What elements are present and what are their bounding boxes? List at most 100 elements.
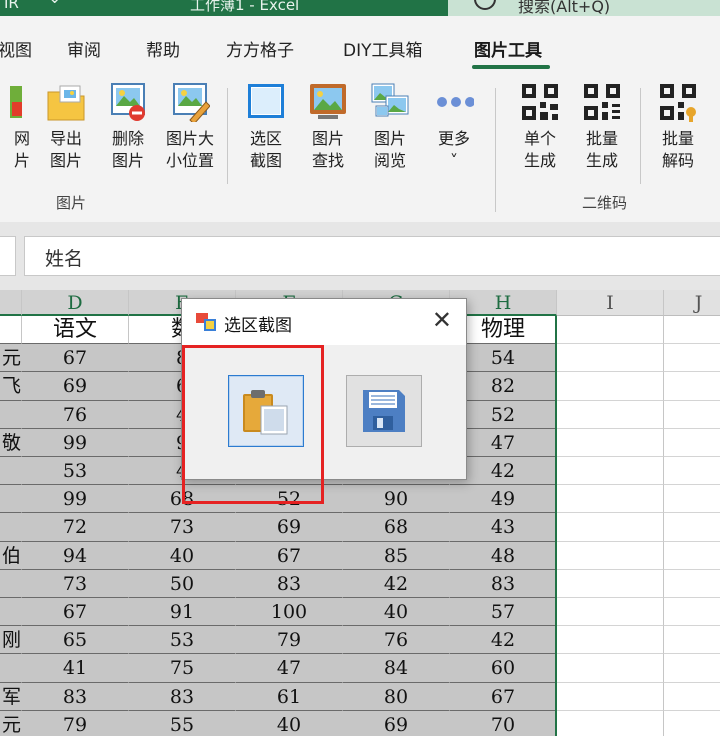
grid-cell[interactable] bbox=[557, 457, 664, 486]
column-header[interactable]: J bbox=[664, 290, 720, 316]
grid-cell[interactable]: 69 bbox=[236, 513, 343, 542]
grid-cell[interactable]: 刚 bbox=[0, 626, 22, 655]
grid-cell[interactable]: 42 bbox=[450, 626, 557, 655]
grid-cell[interactable] bbox=[557, 710, 664, 736]
grid-cell[interactable]: 94 bbox=[22, 541, 129, 570]
grid-cell[interactable]: 83 bbox=[450, 569, 557, 598]
grid-cell[interactable] bbox=[557, 513, 664, 542]
grid-cell[interactable] bbox=[557, 400, 664, 429]
grid-cell[interactable] bbox=[557, 344, 664, 373]
more-button[interactable]: 更多 ˅ bbox=[426, 82, 482, 172]
grid-cell[interactable]: 69 bbox=[22, 372, 129, 401]
grid-cell[interactable]: 79 bbox=[22, 710, 129, 736]
grid-cell[interactable] bbox=[664, 513, 720, 542]
grid-cell[interactable] bbox=[557, 569, 664, 598]
grid-cell[interactable]: 41 bbox=[22, 654, 129, 683]
grid-cell[interactable] bbox=[0, 654, 22, 683]
grid-cell[interactable]: 敬 bbox=[0, 428, 22, 457]
grid-cell[interactable] bbox=[664, 485, 720, 514]
grid-cell[interactable] bbox=[664, 372, 720, 401]
grid-cell[interactable] bbox=[0, 316, 22, 345]
grid-cell[interactable] bbox=[664, 457, 720, 486]
grid-cell[interactable] bbox=[664, 570, 720, 598]
browse-images-button[interactable]: 图片 阅览 bbox=[362, 82, 418, 172]
search-box[interactable]: 搜索(Alt+Q) bbox=[448, 0, 720, 16]
grid-cell[interactable] bbox=[557, 485, 664, 514]
grid-cell[interactable]: 61 bbox=[236, 682, 343, 711]
grid-cell[interactable]: 52 bbox=[236, 485, 343, 514]
grid-cell[interactable]: 49 bbox=[450, 485, 557, 514]
grid-cell[interactable] bbox=[0, 400, 22, 429]
grid-cell[interactable] bbox=[664, 598, 720, 627]
grid-cell[interactable]: 57 bbox=[450, 598, 557, 627]
grid-cell[interactable]: 元 bbox=[0, 344, 22, 373]
tab-image-tools[interactable]: 图片工具 bbox=[474, 36, 542, 61]
delete-image-button[interactable]: 删除 图片 bbox=[100, 82, 156, 172]
grid-cell[interactable]: 73 bbox=[22, 569, 129, 598]
image-size-position-button[interactable]: 图片大 小位置 bbox=[162, 82, 218, 172]
grid-cell[interactable]: 40 bbox=[343, 598, 450, 627]
grid-cell[interactable]: 73 bbox=[129, 513, 236, 542]
qr-batch-generate-button[interactable]: 批量 生成 bbox=[574, 82, 630, 172]
grid-cell[interactable]: 40 bbox=[236, 710, 343, 736]
export-image-button[interactable]: 导出 图片 bbox=[38, 82, 94, 172]
selection-screenshot-button[interactable]: 选区 截图 bbox=[238, 82, 294, 172]
copy-to-clipboard-button[interactable] bbox=[228, 375, 304, 447]
grid-cell[interactable]: 48 bbox=[450, 541, 557, 570]
grid-cell[interactable]: 50 bbox=[129, 569, 236, 598]
grid-cell[interactable]: 80 bbox=[343, 682, 450, 711]
tab-review[interactable]: 审阅 bbox=[67, 36, 101, 61]
grid-cell[interactable]: 42 bbox=[343, 569, 450, 598]
grid-cell[interactable] bbox=[557, 428, 664, 457]
grid-cell[interactable]: 67 bbox=[236, 541, 343, 570]
close-icon[interactable]: ✕ bbox=[432, 305, 452, 335]
grid-cell[interactable]: 军 bbox=[0, 682, 22, 711]
grid-cell[interactable]: 99 bbox=[22, 485, 129, 514]
grid-cell[interactable]: 99 bbox=[22, 428, 129, 457]
grid-cell[interactable]: 90 bbox=[343, 485, 450, 514]
grid-cell[interactable]: 83 bbox=[22, 682, 129, 711]
name-box[interactable] bbox=[0, 236, 16, 276]
grid-cell[interactable]: 76 bbox=[343, 626, 450, 655]
grid-cell[interactable]: 91 bbox=[129, 598, 236, 627]
grid-cell[interactable]: 84 bbox=[343, 654, 450, 683]
grid-cell[interactable]: 100 bbox=[236, 598, 343, 627]
partial-ribbon-button[interactable]: 网 片 bbox=[0, 82, 30, 172]
grid-cell[interactable]: 72 bbox=[22, 513, 129, 542]
column-header[interactable]: D bbox=[22, 290, 129, 316]
grid-cell[interactable]: 67 bbox=[22, 598, 129, 627]
grid-cell[interactable]: 67 bbox=[450, 682, 557, 711]
grid-cell[interactable] bbox=[557, 372, 664, 401]
grid-cell[interactable]: 元 bbox=[0, 710, 22, 736]
grid-cell[interactable] bbox=[557, 626, 664, 655]
tab-view[interactable]: 视图 bbox=[0, 36, 32, 61]
column-header[interactable]: I bbox=[557, 290, 664, 316]
chevron-down-icon[interactable]: ⌄ bbox=[48, 0, 61, 7]
grid-cell[interactable] bbox=[0, 485, 22, 514]
grid-cell[interactable]: 43 bbox=[450, 513, 557, 542]
grid-cell[interactable] bbox=[0, 457, 22, 486]
grid-cell[interactable] bbox=[0, 598, 22, 627]
header-cell[interactable]: 语文 bbox=[22, 316, 129, 345]
grid-cell[interactable]: 79 bbox=[236, 626, 343, 655]
grid-cell[interactable] bbox=[664, 654, 720, 683]
grid-cell[interactable] bbox=[557, 682, 664, 711]
grid-cell[interactable] bbox=[0, 569, 22, 598]
grid-cell[interactable] bbox=[0, 513, 22, 542]
grid-cell[interactable]: 55 bbox=[129, 710, 236, 736]
grid-cell[interactable]: 69 bbox=[343, 710, 450, 736]
find-image-button[interactable]: 图片 查找 bbox=[300, 82, 356, 172]
column-header[interactable] bbox=[0, 290, 22, 316]
grid-cell[interactable] bbox=[557, 316, 664, 345]
grid-cell[interactable]: 68 bbox=[129, 485, 236, 514]
grid-cell[interactable] bbox=[664, 542, 720, 570]
tab-diy-toolbox[interactable]: DIY工具箱 bbox=[343, 36, 423, 61]
grid-cell[interactable] bbox=[557, 541, 664, 570]
qr-single-generate-button[interactable]: 单个 生成 bbox=[512, 82, 568, 172]
save-button[interactable] bbox=[346, 375, 422, 447]
tab-fangfang[interactable]: 方方格子 bbox=[226, 36, 294, 61]
grid-cell[interactable]: 83 bbox=[236, 569, 343, 598]
grid-cell[interactable] bbox=[664, 429, 720, 457]
grid-cell[interactable]: 伯 bbox=[0, 541, 22, 570]
grid-cell[interactable] bbox=[664, 711, 720, 736]
